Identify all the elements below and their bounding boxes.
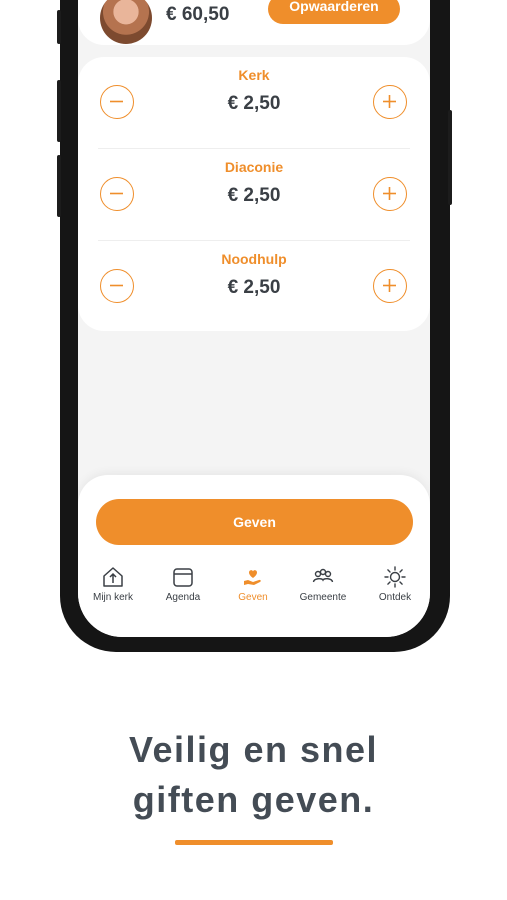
phone-side-button (57, 155, 61, 217)
phone-side-button (57, 10, 61, 44)
nav-item-mijn-kerk[interactable]: Mijn kerk (78, 565, 148, 603)
nav-item-ontdek[interactable]: Ontdek (360, 565, 430, 603)
nav-label: Geven (238, 592, 268, 603)
bottom-panel: Geven Mijn kerk Agenda Geven Gemeente On… (78, 475, 430, 637)
donation-name: Kerk (238, 67, 270, 83)
people-icon (312, 568, 334, 583)
plus-icon (383, 95, 396, 108)
donation-list: Kerk € 2,50 Diaconie € 2,50 Noodhulp € 2… (78, 57, 430, 331)
home-icon (103, 567, 123, 587)
nav-label: Ontdek (378, 592, 412, 603)
phone-screen: € 60,50 Opwaarderen Kerk € 2,50 Diaconie… (78, 0, 430, 637)
donation-name: Noodhulp (221, 251, 287, 267)
accent-underline (175, 840, 333, 845)
nav-label: Gemeente (299, 592, 347, 603)
tagline-line-1: Veilig en snel (128, 729, 379, 770)
calendar-icon (173, 568, 193, 587)
tagline-line-2: giften geven. (132, 779, 375, 820)
nav-item-geven[interactable]: Geven (218, 565, 288, 603)
donation-name: Diaconie (224, 159, 284, 175)
topup-button[interactable]: Opwaarderen (268, 0, 400, 24)
sun-icon (384, 566, 406, 588)
plus-icon (383, 279, 396, 292)
balance-amount: € 60,50 (166, 4, 230, 25)
nav-item-agenda[interactable]: Agenda (148, 565, 218, 603)
increase-button[interactable] (373, 269, 407, 303)
nav-label: Mijn kerk (92, 592, 133, 603)
phone-power-button (448, 110, 452, 205)
increase-button[interactable] (373, 177, 407, 211)
nav-item-gemeente[interactable]: Gemeente (288, 565, 358, 603)
donation-row-noodhulp: Noodhulp € 2,50 (78, 241, 430, 333)
increase-button[interactable] (373, 85, 407, 119)
donation-row-diaconie: Diaconie € 2,50 (78, 149, 430, 241)
avatar[interactable] (100, 0, 152, 44)
phone-side-button (57, 80, 61, 142)
hand-heart-icon (244, 570, 261, 585)
nav-label: Agenda (165, 592, 201, 603)
donation-row-kerk: Kerk € 2,50 (78, 57, 430, 149)
bottom-nav: Mijn kerk Agenda Geven Gemeente Ontdek (78, 565, 430, 609)
tagline: Veilig en snel giften geven. (0, 725, 507, 825)
plus-icon (383, 187, 396, 200)
give-button[interactable]: Geven (96, 499, 413, 545)
balance-card: € 60,50 Opwaarderen (78, 0, 430, 45)
